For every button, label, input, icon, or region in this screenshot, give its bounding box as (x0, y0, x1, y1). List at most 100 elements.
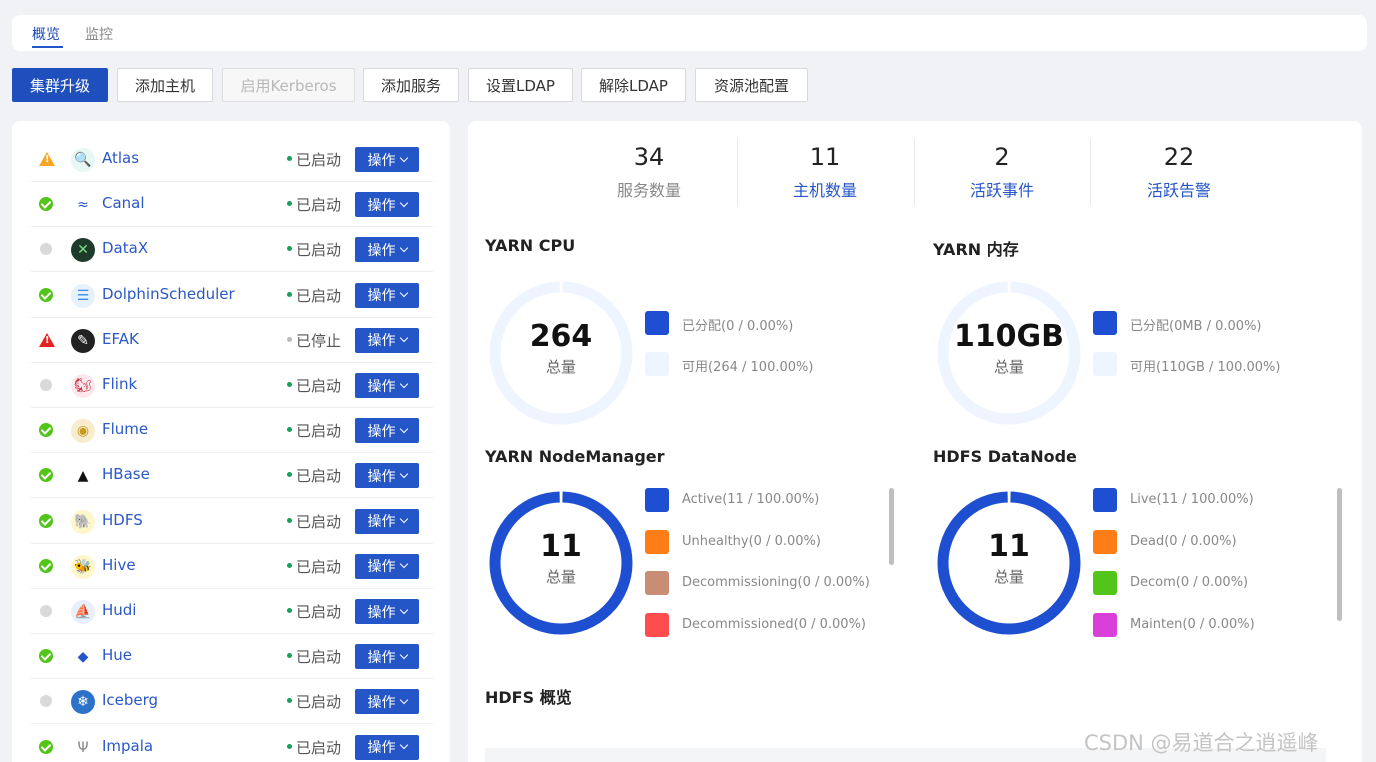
service-name-link[interactable]: DataX (102, 239, 148, 257)
enable-kerberos-button[interactable]: 启用Kerberos (222, 68, 355, 102)
service-name-link[interactable]: EFAK (102, 330, 139, 348)
widget-title-yarn-nm: YARN NodeManager (485, 447, 665, 466)
health-ok-icon (39, 513, 53, 528)
legend-scrollbar[interactable] (1337, 488, 1342, 621)
state-dot (287, 743, 292, 749)
service-name-link[interactable]: Hudi (102, 601, 136, 619)
dolphinscheduler-icon: ☰ (71, 283, 95, 308)
service-state: 已启动 (287, 511, 341, 532)
top-tab-bar: 概览 监控 (12, 15, 1367, 51)
stat-link[interactable]: 主机数量 (737, 177, 913, 201)
service-operate-button[interactable]: 操作 (355, 553, 419, 579)
service-state: 已启动 (287, 601, 341, 622)
state-dot (287, 382, 292, 387)
chevron-down-icon (399, 469, 408, 479)
state-dot (287, 517, 292, 523)
tab-monitor[interactable]: 监控 (85, 24, 113, 44)
service-operate-button[interactable]: 操作 (355, 734, 419, 760)
set-ldap-button[interactable]: 设置LDAP (468, 68, 573, 102)
cluster-upgrade-button[interactable]: 集群升级 (12, 68, 108, 102)
tab-overview[interactable]: 概览 (32, 24, 60, 44)
flume-icon: ◉ (71, 419, 95, 444)
service-name-link[interactable]: Impala (102, 737, 153, 755)
hdfs-overview-title: HDFS 概览 (485, 688, 572, 707)
service-row-canal: ≈ Canal 已启动 操作 (31, 182, 433, 228)
legend-swatch (645, 488, 669, 512)
chevron-down-icon (399, 243, 408, 253)
service-row-impala: Ψ Impala 已启动 操作 (31, 725, 433, 762)
stat-alerts[interactable]: 22 活跃告警 (1091, 143, 1267, 201)
state-dot (287, 246, 292, 252)
donut-total-label: 总量 (993, 568, 1024, 586)
cluster-dashboard-panel: 34 服务数量 11 主机数量 2 活跃事件 22 活跃告警 YARN CPU 2… (468, 121, 1362, 762)
service-operate-button[interactable]: 操作 (355, 147, 419, 172)
remove-ldap-button[interactable]: 解除LDAP (581, 68, 686, 102)
state-dot (287, 336, 292, 342)
health-unknown-icon (40, 605, 52, 617)
stat-events[interactable]: 2 活跃事件 (914, 143, 1090, 201)
service-operate-button[interactable]: 操作 (355, 237, 419, 263)
service-name-link[interactable]: Canal (102, 194, 145, 212)
chevron-down-icon (399, 424, 408, 433)
service-operate-button[interactable]: 操作 (355, 373, 419, 398)
service-list-panel: 🔍Atlas已启动操作≈Canal已启动操作✕DataX已启动操作☰Dolphi… (12, 121, 450, 762)
state-dot (287, 201, 292, 207)
donut-center: 11 总量 (487, 529, 635, 587)
add-service-button[interactable]: 添加服务 (363, 68, 459, 102)
efak-icon: ✎ (71, 328, 95, 353)
service-operate-button[interactable]: 操作 (355, 192, 419, 218)
service-operate-button[interactable]: 操作 (355, 644, 419, 670)
legend-label: Live(11 / 100.00%) (1130, 492, 1254, 507)
legend-label: Unhealthy(0 / 0.00%) (682, 533, 821, 549)
chevron-down-icon (399, 650, 408, 659)
service-operate-button[interactable]: 操作 (355, 463, 419, 489)
stat-hosts[interactable]: 11 主机数量 (737, 143, 913, 201)
health-ok-icon (39, 558, 53, 573)
service-state: 已启动 (287, 375, 341, 396)
legend-swatch (1093, 311, 1117, 335)
canal-icon: ≈ (71, 193, 95, 218)
chevron-down-icon (399, 153, 408, 162)
service-row-iceberg: ❄ Iceberg 已启动 操作 (31, 679, 433, 725)
legend-swatch (645, 352, 669, 376)
health-ok-icon (39, 287, 53, 302)
service-state: 已启动 (287, 149, 341, 170)
health-ok-icon (39, 649, 53, 664)
add-host-button[interactable]: 添加主机 (117, 68, 213, 102)
legend-scrollbar[interactable] (889, 488, 894, 565)
chevron-down-icon (399, 334, 408, 343)
service-row-hive: 🐝 Hive 已启动 操作 (31, 544, 433, 589)
donut-total-label: 总量 (545, 358, 576, 376)
stat-link[interactable]: 活跃告警 (1091, 177, 1267, 201)
service-name-link[interactable]: Hive (102, 556, 136, 574)
health-warning-icon (39, 152, 55, 166)
service-name-link[interactable]: HBase (102, 465, 150, 483)
service-name-link[interactable]: HDFS (102, 511, 143, 529)
service-name-link[interactable]: DolphinScheduler (102, 285, 235, 303)
donut-center: 110GB 总量 (935, 319, 1083, 377)
service-operate-button[interactable]: 操作 (355, 508, 419, 534)
stat-value: 34 (633, 143, 665, 171)
service-name-link[interactable]: Flume (102, 420, 148, 438)
legend-label: 已分配(0MB / 0.00%) (1130, 319, 1262, 334)
service-operate-button[interactable]: 操作 (355, 327, 419, 353)
service-name-link[interactable]: Atlas (102, 149, 139, 167)
service-operate-button[interactable]: 操作 (355, 689, 419, 715)
donut-total-value: 11 (540, 529, 582, 564)
legend-label: 可用(110GB / 100.00%) (1130, 360, 1281, 375)
hive-icon: 🐝 (71, 554, 95, 579)
flink-icon: 🐿 (71, 374, 95, 398)
active-tab-indicator (32, 46, 63, 48)
health-error-icon (39, 332, 55, 347)
service-operate-button[interactable]: 操作 (355, 282, 419, 308)
service-operate-button[interactable]: 操作 (355, 418, 419, 444)
stat-link[interactable]: 活跃事件 (914, 177, 1090, 201)
service-name-link[interactable]: Hue (102, 646, 132, 664)
resource-pool-button[interactable]: 资源池配置 (695, 68, 808, 102)
service-name-link[interactable]: Flink (102, 375, 137, 393)
service-row-flume: ◉ Flume 已启动 操作 (31, 408, 433, 454)
service-row-atlas: 🔍 Atlas 已启动操作 (31, 137, 433, 182)
service-row-hudi: ⛵ Hudi 已启动 操作 (31, 589, 433, 634)
service-operate-button[interactable]: 操作 (355, 599, 419, 624)
service-name-link[interactable]: Iceberg (102, 691, 158, 709)
